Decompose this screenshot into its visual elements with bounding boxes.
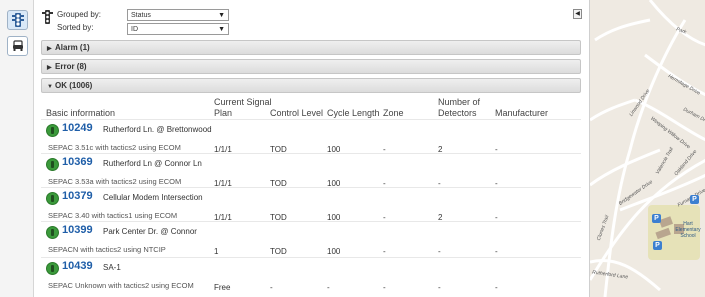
intersection-id-link[interactable]: 10439 <box>62 260 93 272</box>
sorted-by-label: Sorted by: <box>57 23 94 32</box>
group-header-error[interactable]: ▶ Error (8) <box>41 59 581 74</box>
table-row[interactable]: 10399 Park Center Dr. @ Connor SEPACN wi… <box>41 223 581 256</box>
controller-description: SEPAC 3.53a with tactics2 using ECOM <box>48 177 182 186</box>
sorted-by-value: ID <box>131 26 138 33</box>
control-level-value: - <box>270 283 273 292</box>
intersection-name: Park Center Dr. @ Connor <box>103 227 197 236</box>
traffic-signal-status-icon <box>46 158 59 171</box>
control-level-value: TOD <box>270 247 287 256</box>
intersection-id-link[interactable]: 10249 <box>62 122 93 134</box>
detectors-value: - <box>438 247 441 256</box>
signal-list-panel: Grouped by: Status ▼ Sorted by: ID ▼ ◀ ▶… <box>34 0 589 297</box>
column-header-control-level[interactable]: Control Level <box>270 108 323 118</box>
expand-arrow-icon: ▶ <box>47 65 52 71</box>
grouped-by-select[interactable]: Status ▼ <box>127 9 229 21</box>
group-header-ok[interactable]: ▼ OK (1006) <box>41 78 581 93</box>
dropdown-arrow-icon: ▼ <box>218 26 225 33</box>
column-header-cycle-length[interactable]: Cycle Length <box>327 108 380 118</box>
column-header-basic-info[interactable]: Basic information <box>46 108 115 118</box>
group-label: Error (8) <box>55 62 87 71</box>
grouped-by-value: Status <box>131 12 151 19</box>
traffic-signal-status-icon <box>46 226 59 239</box>
group-label: Alarm (1) <box>55 43 90 52</box>
traffic-signal-status-icon <box>46 124 59 137</box>
manufacturer-value: - <box>495 283 498 292</box>
intersection-name: Rutherford Ln @ Connor Ln <box>103 159 202 168</box>
traffic-signal-view-button[interactable] <box>7 10 28 30</box>
vehicle-view-button[interactable] <box>7 36 28 56</box>
row-divider <box>41 221 581 222</box>
zone-value: - <box>383 283 386 292</box>
intersection-id-link[interactable]: 10399 <box>62 224 93 236</box>
column-header-detectors-line1[interactable]: Number of <box>438 97 480 107</box>
table-row[interactable]: 10439 SA-1 SEPAC Unknown with tactics2 u… <box>41 259 581 292</box>
parking-icon[interactable]: P <box>652 214 661 223</box>
column-header-zone[interactable]: Zone <box>383 108 404 118</box>
intersection-id-link[interactable]: 10379 <box>62 190 93 202</box>
traffic-signal-status-icon <box>46 262 59 275</box>
cycle-length-value: 100 <box>327 247 341 256</box>
traffic-signal-status-icon <box>46 192 59 205</box>
column-header-manufacturer[interactable]: Manufacturer <box>495 108 548 118</box>
zone-value: - <box>383 247 386 256</box>
traffic-signal-icon <box>42 10 53 24</box>
table-row[interactable]: 10379 Cellular Modem Intersection SEPAC … <box>41 189 581 222</box>
detectors-value: - <box>438 283 441 292</box>
left-toolbar <box>0 0 34 297</box>
manufacturer-value: - <box>495 247 498 256</box>
collapse-panel-button[interactable]: ◀ <box>573 9 582 19</box>
group-label: OK (1006) <box>55 81 93 90</box>
table-row[interactable]: 10249 Rutherford Ln. @ Brettonwood SEPAC… <box>41 121 581 154</box>
intersection-name: SA-1 <box>103 263 121 272</box>
row-divider <box>41 257 581 258</box>
intersection-name: Cellular Modem Intersection <box>103 193 203 202</box>
sorted-by-select[interactable]: ID ▼ <box>127 23 229 35</box>
collapse-arrow-icon: ▼ <box>47 84 53 90</box>
dropdown-arrow-icon: ▼ <box>218 12 225 19</box>
expand-arrow-icon: ▶ <box>47 46 52 52</box>
column-header-detectors-line2[interactable]: Detectors <box>438 108 477 118</box>
parking-icon[interactable]: P <box>653 241 662 250</box>
row-divider <box>41 187 581 188</box>
map-view[interactable]: Park Hermitage Drive Durham Dr Weeping W… <box>589 0 705 297</box>
table-row[interactable]: 10369 Rutherford Ln @ Connor Ln SEPAC 3.… <box>41 155 581 188</box>
intersection-name: Rutherford Ln. @ Brettonwood <box>103 125 212 134</box>
group-header-alarm[interactable]: ▶ Alarm (1) <box>41 40 581 55</box>
signal-plan-value: Free <box>214 283 231 292</box>
school-label[interactable]: Hart Elementary School <box>674 221 702 239</box>
column-header-plan-line1[interactable]: Current Signal <box>214 97 272 107</box>
controller-description: SEPAC Unknown with tactics2 using ECOM <box>48 281 194 290</box>
parking-icon[interactable]: P <box>690 195 699 204</box>
intersection-id-link[interactable]: 10369 <box>62 156 93 168</box>
vehicle-icon <box>12 40 23 51</box>
cycle-length-value: - <box>327 283 330 292</box>
header-divider <box>41 119 581 120</box>
controller-description: SEPAC 3.40 with tactics1 using ECOM <box>48 211 178 220</box>
signal-plan-value: 1 <box>214 247 219 256</box>
column-header-plan-line2[interactable]: Plan <box>214 108 232 118</box>
controller-description: SEPAC 3.51c with tactics2 using ECOM <box>48 143 181 152</box>
grouped-by-label: Grouped by: <box>57 10 102 19</box>
row-divider <box>41 153 581 154</box>
grouping-controls: Grouped by: Status ▼ Sorted by: ID ▼ <box>42 8 282 38</box>
traffic-signal-icon <box>11 13 24 27</box>
controller-description: SEPACN with tactics2 using NTCIP <box>48 245 166 254</box>
